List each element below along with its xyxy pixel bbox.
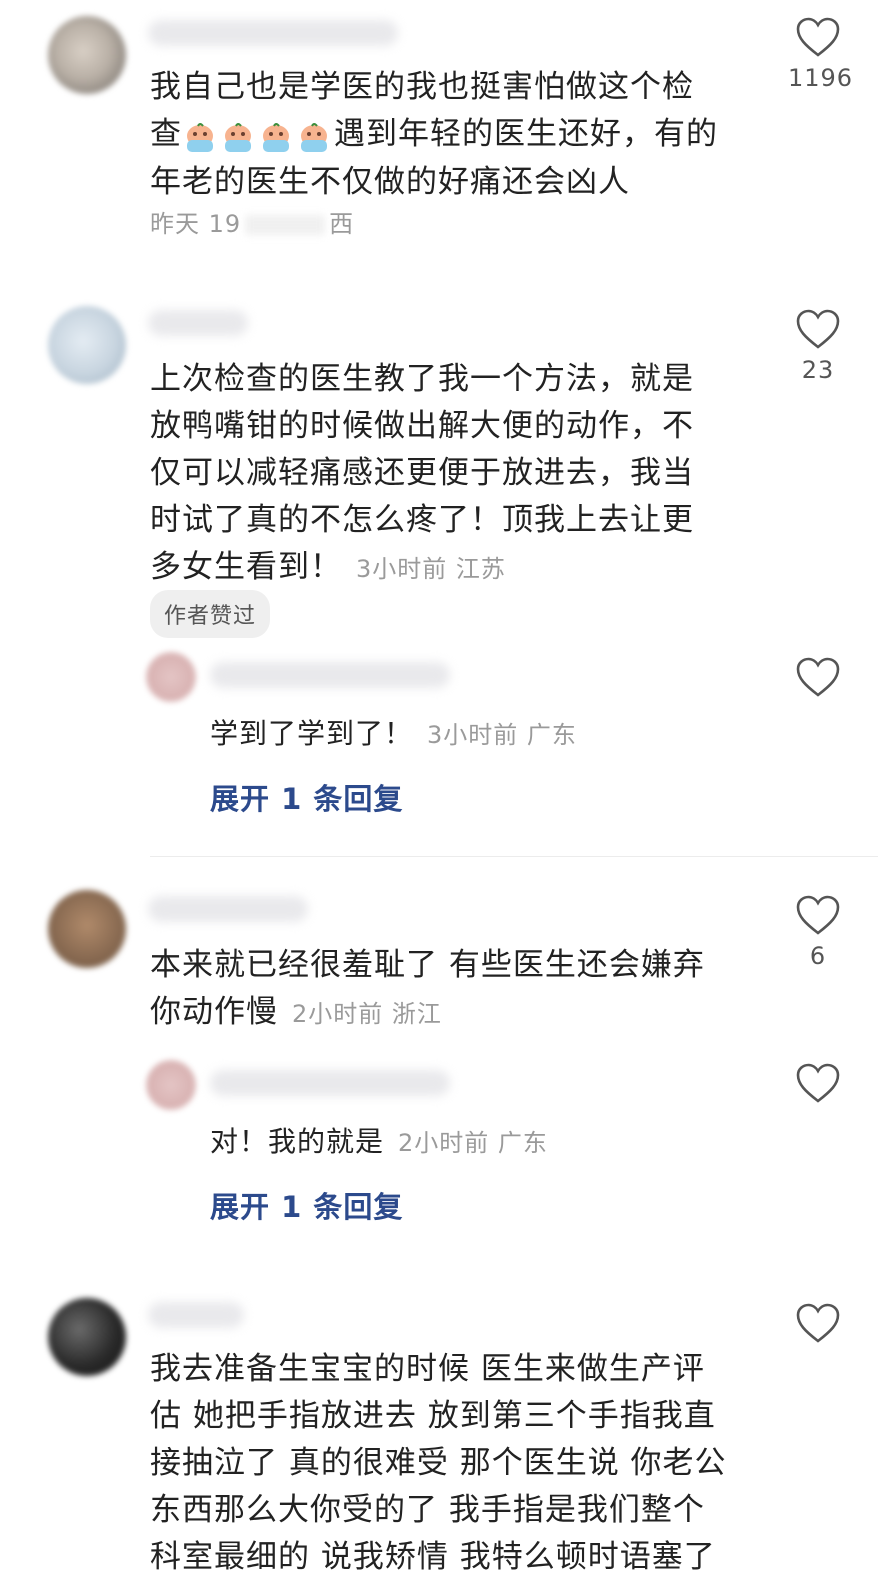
divider (150, 856, 878, 857)
crying-face-emoji (258, 121, 294, 153)
crying-face-emoji (296, 121, 332, 153)
comment-line: 上次检查的医生教了我一个方法，就是 (150, 361, 694, 397)
avatar[interactable] (48, 16, 126, 94)
crying-face-emoji (182, 121, 218, 153)
comment-text: 上次检查的医生教了我一个方法，就是 放鸭嘴钳的时候做出解大便的动作，不 仅可以减… (150, 356, 770, 593)
comment-line: 你动作慢 2小时前 浙江 (150, 994, 442, 1030)
comment-line: 接抽泣了 真的很难受 那个医生说 你老公 (150, 1445, 727, 1481)
location: 西 (329, 210, 355, 238)
timestamp: 昨天 19 (150, 210, 242, 238)
reply-text: 学到了学到了！ 3小时前 广东 (210, 717, 577, 750)
reply-avatar[interactable] (146, 1060, 196, 1110)
avatar[interactable] (48, 890, 126, 968)
like-button[interactable]: 1196 (788, 16, 854, 92)
like-button[interactable] (788, 1302, 848, 1344)
reply-meta: 2小时前 广东 (398, 1129, 548, 1157)
reply-username-blurred[interactable] (210, 662, 450, 688)
username-blurred[interactable] (148, 20, 398, 46)
like-button[interactable]: 23 (788, 308, 848, 384)
reply-text: 对！我的就是 2小时前 广东 (210, 1125, 548, 1158)
comment-line: 时试了真的不怎么疼了！顶我上去让更 (150, 502, 694, 538)
author-liked-badge: 作者赞过 (150, 590, 271, 638)
reply-username-blurred[interactable] (210, 1070, 450, 1096)
avatar[interactable] (48, 1298, 126, 1376)
comment-meta: 2小时前 浙江 (292, 1000, 442, 1028)
comment-text: 我自己也是学医的我也挺害怕做这个检 查 遇到年轻的医生还好，有的 年老的医生不仅… (150, 64, 770, 206)
heart-icon (796, 1063, 840, 1103)
comment-line: 我自己也是学医的我也挺害怕做这个检 (150, 69, 694, 105)
like-count: 1196 (788, 64, 854, 92)
comment-line: 年老的医生不仅做的好痛还会凶人 (150, 164, 630, 200)
comment-line: 我去准备生宝宝的时候 医生来做生产评 (150, 1351, 705, 1387)
like-count: 23 (801, 356, 835, 384)
expand-replies-link[interactable]: 展开 1 条回复 (210, 776, 403, 818)
heart-icon (796, 309, 840, 349)
comment-text: 我去准备生宝宝的时候 医生来做生产评 估 她把手指放进去 放到第三个手指我直 接… (150, 1346, 770, 1581)
heart-icon (796, 1303, 840, 1343)
reply-avatar[interactable] (146, 652, 196, 702)
comment-line: 本来就已经很羞耻了 有些医生还会嫌弃 (150, 947, 705, 983)
comment-meta: 昨天 19 西 (150, 204, 354, 239)
comment-meta: 3小时前 江苏 (356, 555, 506, 583)
crying-face-emoji-group (182, 112, 334, 159)
heart-icon (796, 17, 840, 57)
username-blurred[interactable] (148, 896, 308, 922)
comment-line: 东西那么大你受的了 我手指是我们整个 (150, 1492, 705, 1528)
crying-face-emoji (220, 121, 256, 153)
reply-meta: 3小时前 广东 (427, 721, 577, 749)
heart-icon (796, 657, 840, 697)
comment-text: 本来就已经很羞耻了 有些医生还会嫌弃 你动作慢 2小时前 浙江 (150, 942, 770, 1038)
comment-line: 科室最细的 说我矫情 我特么顿时语塞了 (150, 1539, 716, 1575)
username-blurred[interactable] (148, 1302, 244, 1328)
avatar[interactable] (48, 306, 126, 384)
reply-like-button[interactable] (788, 656, 848, 698)
username-blurred[interactable] (148, 310, 248, 336)
reply-like-button[interactable] (788, 1062, 848, 1104)
comment-line: 查 遇到年轻的医生还好，有的 (150, 111, 770, 159)
heart-icon (796, 895, 840, 935)
comment-line: 放鸭嘴钳的时候做出解大便的动作，不 (150, 408, 694, 444)
comment-line: 多女生看到！ 3小时前 江苏 (150, 549, 506, 585)
comment-line: 仅可以减轻痛感还更便于放进去，我当 (150, 455, 694, 491)
like-count: 6 (809, 942, 827, 970)
meta-blurred (245, 215, 326, 235)
comment-line: 估 她把手指放进去 放到第三个手指我直 (150, 1398, 716, 1434)
expand-replies-link[interactable]: 展开 1 条回复 (210, 1184, 403, 1226)
like-button[interactable]: 6 (788, 894, 848, 970)
